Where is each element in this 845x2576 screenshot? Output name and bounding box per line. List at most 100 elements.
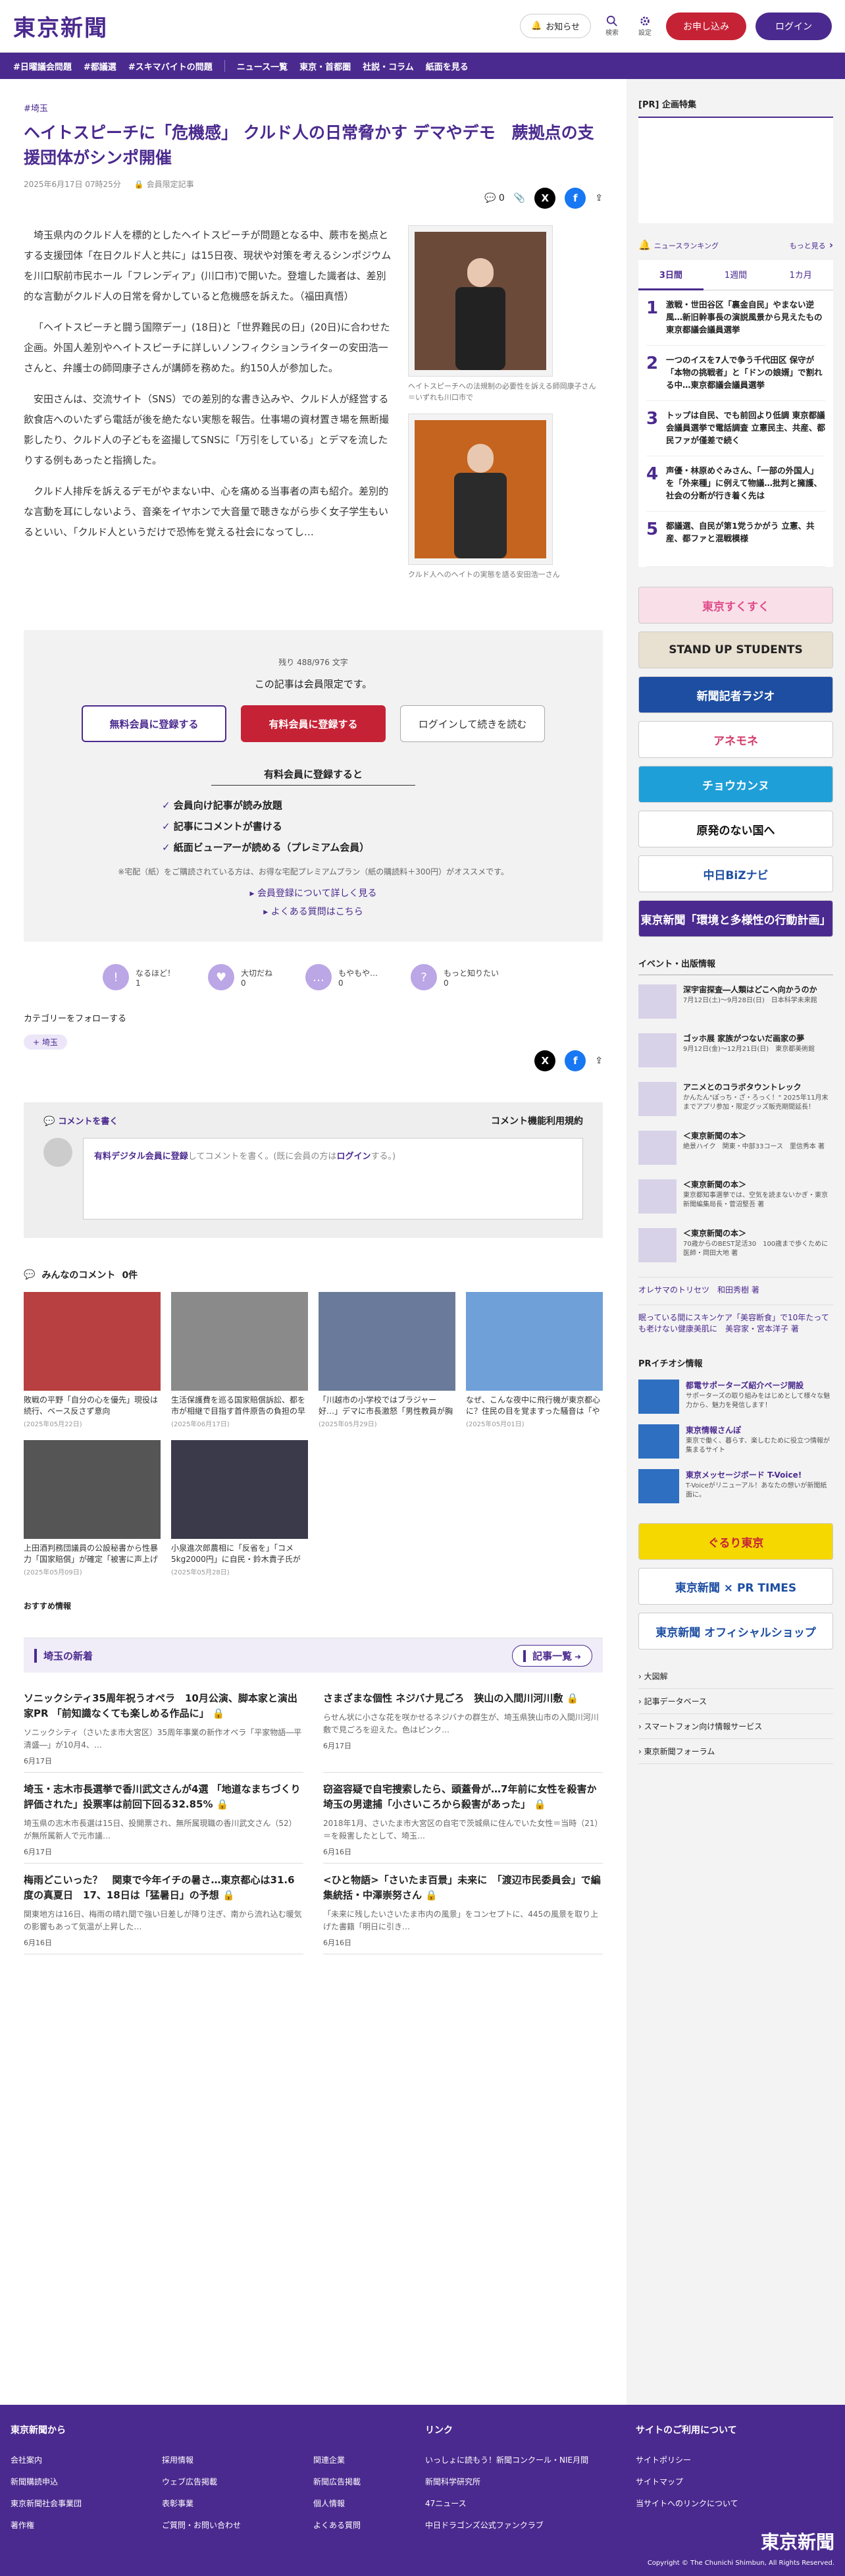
pr-info-item[interactable]: 東京情報さんぽ 東京で働く、暮らす、楽しむために役立つ情報が集まるサイト xyxy=(638,1424,833,1459)
local-article[interactable]: 窃盗容疑で自宅捜索したら、頭蓋骨が…7年前に女性を殺害か 埼玉の男逮捕「小さいこ… xyxy=(323,1773,606,1864)
share-icon[interactable]: ⇪ xyxy=(595,193,603,203)
free-register-button[interactable]: 無料会員に登録する xyxy=(82,705,226,742)
tab-1month[interactable]: 1カ月 xyxy=(768,260,834,290)
side-link[interactable]: › 東京新聞フォーラム xyxy=(638,1739,833,1764)
footer-link[interactable]: 新聞購読申込 xyxy=(11,2471,116,2493)
banner[interactable]: 東京すくすく xyxy=(638,587,833,624)
related-card[interactable]: 上田酒判務団議員の公設秘書から性暴力「国家賠償」が確定「被害に声上げることためら… xyxy=(24,1440,161,1576)
local-article[interactable]: 梅雨どこいった？ 関東で今年イチの暑さ…東京都心は31.6度の真夏日 17、18… xyxy=(24,1864,303,1954)
event-item[interactable]: ＜東京新聞の本＞ 70歳からのBEST足活30 100歳まで歩くために 医師・岡田… xyxy=(638,1228,834,1268)
paid-register-button[interactable]: 有料会員に登録する xyxy=(241,705,386,742)
reaction-moyamoya[interactable]: … もやもや… 0 xyxy=(305,964,378,990)
article-list-button[interactable]: 記事一覧 ➜ xyxy=(512,1644,592,1667)
nav-item-3[interactable]: ニュース一覧 xyxy=(237,60,288,72)
membership-detail-link[interactable]: ▸ 会員登録について詳しく見る xyxy=(24,886,603,899)
pr-banner[interactable]: 東京新聞 × PR TIMES xyxy=(638,1568,833,1605)
local-article[interactable]: <ひと物語>「さいたま百景」未来に 「渡辺市民委員会」で編集統括・中澤崇努さん … xyxy=(323,1864,603,1954)
banner[interactable]: チョウカンヌ xyxy=(638,766,833,803)
login-continue-button[interactable]: ログインして続きを読む xyxy=(400,705,545,742)
footer-link[interactable]: ウェブ広告掲載 xyxy=(162,2471,267,2493)
share-icon[interactable]: ⇪ xyxy=(595,1056,603,1066)
related-card[interactable]: 小泉進次郎農相に「反省を」「コメ5kg2000円」に自民・鈴木貴子氏が苦言 立憲… xyxy=(171,1440,308,1576)
banner[interactable]: 原発のない国へ xyxy=(638,811,833,847)
reaction-naruhodo[interactable]: ! なるほど！ 1 xyxy=(103,964,175,990)
author-link[interactable]: 眠っている間にスキンケア「美容断食」で10年たっても老けない健康美肌に 美容家・… xyxy=(638,1304,833,1334)
banner[interactable]: アネモネ xyxy=(638,721,833,758)
settings-button[interactable]: 設定 xyxy=(633,15,657,37)
tab-1week[interactable]: 1週間 xyxy=(703,260,769,290)
local-article[interactable]: 埼玉・志木市長選挙で香川武文さんが4選 「地道なまちづくり評価された」投票率は前… xyxy=(24,1773,303,1864)
register-link[interactable]: 有料デジタル会員に登録 xyxy=(94,1152,188,1162)
event-item[interactable]: ゴッホ展 家族がつないだ画家の夢 9月12日(金)～12月21日(日) 東京都美術… xyxy=(638,1033,833,1073)
notice-button[interactable]: 🔔 お知らせ xyxy=(520,14,591,38)
login-button[interactable]: ログイン xyxy=(755,12,832,40)
footer-link[interactable]: よくある質問 xyxy=(313,2515,419,2536)
footer-link[interactable]: 著作権 xyxy=(11,2515,116,2536)
comment-input[interactable]: 有料デジタル会員に登録してコメントを書く。(既に会員の方はログインする。) xyxy=(83,1138,583,1220)
nav-item-4[interactable]: 東京・首都圏 xyxy=(299,60,351,72)
ranking-more-link[interactable]: もっと見る › xyxy=(790,239,833,251)
category-tag[interactable]: #埼玉 xyxy=(24,101,48,114)
footer-link[interactable]: ご質問・お問い合わせ xyxy=(162,2515,267,2536)
footer-link[interactable]: サイトポリシー xyxy=(636,2450,691,2471)
clip-icon[interactable]: 📎 xyxy=(514,193,525,203)
local-article[interactable]: ソニックシティ35周年祝うオペラ 10月公演、脚本家と演出家PR 「前知識なくて… xyxy=(24,1682,303,1773)
footer-link[interactable]: 当サイトへのリンクについて xyxy=(636,2493,738,2515)
footer-link[interactable]: 個人情報 xyxy=(313,2493,419,2515)
side-link[interactable]: › スマートフォン向け情報サービス xyxy=(638,1714,833,1739)
ranking-item[interactable]: 1 激戦・世田谷区「裏金自民」やまない逆風…新旧幹事長の演説風景から見えたもの 東… xyxy=(646,290,825,346)
pr-banner[interactable]: ぐるり東京 xyxy=(638,1523,833,1560)
footer-link[interactable]: 表彰事業 xyxy=(162,2493,267,2515)
footer-link[interactable]: サイトマップ xyxy=(636,2471,683,2493)
nav-item-0[interactable]: #日曜議会問題 xyxy=(13,60,72,72)
footer-link[interactable]: 新聞科学研究所 xyxy=(425,2471,480,2493)
footer-link[interactable]: 関連企業 xyxy=(313,2450,419,2471)
author-link[interactable]: オレサマのトリセツ 和田秀樹 著 xyxy=(638,1277,833,1295)
comment-count[interactable]: 💬 0 xyxy=(484,193,505,203)
x-share-icon[interactable]: X xyxy=(534,1050,556,1071)
pr-info-item[interactable]: 都電サポーターズ紹介ページ開設 サポーターズの取り組みをはじめとして様々な魅力から… xyxy=(638,1380,833,1414)
site-logo[interactable]: 東京新聞 xyxy=(13,10,108,42)
ranking-item[interactable]: 3 トップは自民、でも前回より低調 東京都議会議員選挙で電話調査 立憲民主、共産、… xyxy=(646,401,825,456)
facebook-share-icon[interactable]: f xyxy=(565,188,586,209)
related-card[interactable]: 生活保護費を巡る国家賠償訴訟、都を市が相継で目指す首件原告の負担の早期解決などを… xyxy=(171,1292,308,1428)
related-card[interactable]: なぜ、こんな夜中に飛行機が東京都心に？住民の目を覚ますった騒音は「やむを得ず…」… xyxy=(466,1292,603,1428)
nav-item-5[interactable]: 社説・コラム xyxy=(363,60,414,72)
article-photo-2[interactable] xyxy=(408,414,553,565)
tab-3days[interactable]: 3日間 xyxy=(638,260,704,290)
related-card[interactable]: 「川越市の小学校ではブラジャー好…」デマに市長激怒「男性教員が胸の成長を見て許可… xyxy=(319,1292,455,1428)
footer-link[interactable]: 東京新聞社会事業団 xyxy=(11,2493,116,2515)
footer-link[interactable]: 中日ドラゴンズ公式ファンクラブ xyxy=(425,2515,544,2536)
x-share-icon[interactable]: X xyxy=(534,188,556,209)
local-article[interactable]: さまざまな個性 ネジバナ見ごろ 狭山の入間川河川敷 🔒 らせん状に小さな花を咲かせ… xyxy=(323,1682,603,1773)
footer-link[interactable]: 採用情報 xyxy=(162,2450,267,2471)
banner[interactable]: 東京新聞「環境と多様性の行動計画」 xyxy=(638,900,833,937)
footer-link[interactable]: いっしょに読もう！新聞コンクール・NIE月間 xyxy=(425,2450,588,2471)
banner[interactable]: 中日BiZナビ xyxy=(638,855,833,892)
footer-link[interactable]: 新聞広告掲載 xyxy=(313,2471,419,2493)
facebook-share-icon[interactable]: f xyxy=(565,1050,586,1071)
nav-item-2[interactable]: #スキマバイトの問題 xyxy=(128,60,213,72)
event-item[interactable]: アニメとのコラボタウントレック かんたん"ぽっち・ざ・ろっく！" 2025年11月… xyxy=(638,1082,833,1121)
side-link[interactable]: › 記事データベース xyxy=(638,1689,833,1714)
search-button[interactable]: 検索 xyxy=(600,15,624,37)
follow-chip-saitama[interactable]: + 埼玉 xyxy=(24,1034,67,1050)
comment-rules-link[interactable]: コメント機能利用規約 xyxy=(491,1114,583,1127)
side-link[interactable]: › 大図解 xyxy=(638,1664,833,1689)
ranking-item[interactable]: 4 声優・林原めぐみさん、「一部の外国人」を「外来種」に例えて物議…批判と擁護、社… xyxy=(646,456,825,512)
event-item[interactable]: 深宇宙探査―人類はどこへ向かうのか 7月12日(土)～9月28日(日) 日本科学未… xyxy=(638,984,833,1024)
pr-banner[interactable]: 東京新聞 オフィシャルショップ xyxy=(638,1613,833,1650)
footer-link[interactable]: 47ニュース xyxy=(425,2493,467,2515)
event-item[interactable]: ＜東京新聞の本＞ 絶景ハイク 関東・中部33コース 里信秀本 著 xyxy=(638,1131,833,1170)
reaction-motto[interactable]: ? もっと知りたい 0 xyxy=(411,964,499,990)
nav-item-6[interactable]: 紙面を見る xyxy=(426,60,469,72)
banner[interactable]: STAND UP STUDENTS xyxy=(638,631,833,668)
faq-link[interactable]: ▸ よくある質問はこちら xyxy=(24,905,603,918)
ranking-item[interactable]: 5 都議選、自民が第1党うかがう 立憲、共産、都ファと混戦模様 xyxy=(646,512,825,567)
apply-button[interactable]: お申し込み xyxy=(666,12,746,40)
ranking-item[interactable]: 2 一つのイスを7人で争う千代田区 保守が「本物の挑戦者」と「ドンの娘婿」で割れる… xyxy=(646,346,825,401)
footer-link[interactable]: 会社案内 xyxy=(11,2450,116,2471)
nav-item-1[interactable]: #都議選 xyxy=(84,60,116,72)
banner[interactable]: 新聞記者ラジオ xyxy=(638,676,833,713)
event-item[interactable]: ＜東京新聞の本＞ 東京都知事選挙では、空気を読まないかぎ・東京新聞編集局長・菅沼堅… xyxy=(638,1179,833,1219)
